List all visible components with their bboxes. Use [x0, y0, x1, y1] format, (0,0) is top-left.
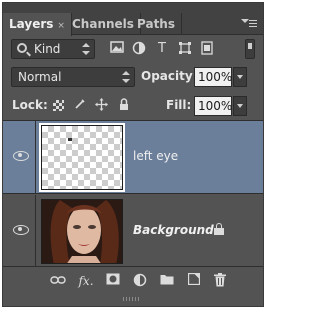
panel-menu-icon[interactable]	[241, 17, 257, 31]
smart-object-filter-icon[interactable]	[199, 41, 215, 57]
image-filter-icon[interactable]	[109, 41, 125, 57]
updown-arrows-icon	[82, 43, 90, 55]
fx-icon[interactable]: fx.	[77, 273, 95, 289]
layer-row-background[interactable]: Background	[3, 195, 263, 268]
layers-bottom-toolbar: fx.	[3, 267, 263, 297]
tab-channels[interactable]: Channels	[66, 13, 141, 35]
filter-kind-label: Kind	[34, 42, 61, 56]
tab-paths-label: Paths	[137, 17, 175, 31]
tab-layers[interactable]: Layers ×	[3, 13, 72, 36]
adjustment-layer-icon[interactable]	[131, 273, 149, 289]
new-layer-icon[interactable]	[185, 272, 203, 289]
opacity-label: Opacity:	[141, 69, 198, 83]
new-group-icon[interactable]	[158, 273, 176, 289]
tab-layers-label: Layers	[9, 17, 54, 31]
visibility-eye-icon[interactable]	[13, 150, 29, 161]
opacity-slider-button[interactable]	[233, 67, 247, 87]
search-icon	[17, 43, 27, 53]
lock-image-pixels-icon[interactable]	[73, 98, 87, 112]
type-filter-icon[interactable]: T	[154, 41, 170, 57]
lock-label: Lock:	[12, 98, 48, 112]
fill-slider-button[interactable]	[233, 96, 247, 116]
layer-locked-icon	[214, 223, 224, 236]
layer-name: Background	[133, 223, 214, 237]
shape-filter-icon[interactable]	[177, 41, 193, 57]
tab-channels-label: Channels	[72, 17, 134, 31]
layers-list: left eye Background	[3, 120, 263, 268]
layers-panel: Layers × Channels Paths Kind T Normal Op…	[2, 2, 264, 307]
delete-layer-icon[interactable]	[211, 273, 229, 289]
blend-mode-value: Normal	[18, 70, 62, 84]
filter-toggle-switch[interactable]	[245, 39, 255, 59]
layer-name: left eye	[133, 149, 179, 163]
opacity-field[interactable]: 100%	[194, 67, 232, 87]
resize-grip[interactable]	[121, 295, 143, 303]
updown-arrows-icon	[122, 71, 130, 83]
layer-thumbnail-portrait	[41, 199, 123, 264]
adjustment-filter-icon[interactable]	[131, 41, 147, 57]
fill-field[interactable]: 100%	[194, 96, 232, 116]
blend-mode-select[interactable]: Normal	[11, 67, 135, 87]
visibility-eye-icon[interactable]	[13, 224, 29, 235]
link-layers-icon[interactable]	[49, 273, 67, 289]
close-tab-icon[interactable]: ×	[57, 21, 65, 31]
fill-label: Fill:	[166, 98, 192, 112]
layer-thumbnail	[39, 123, 125, 192]
tab-paths[interactable]: Paths	[131, 13, 182, 35]
add-mask-icon[interactable]	[104, 273, 122, 289]
lock-position-icon[interactable]	[94, 98, 108, 112]
panel-tab-bar: Layers × Channels Paths	[3, 13, 263, 36]
filter-kind-select[interactable]: Kind	[11, 39, 95, 59]
panel-title-strip	[3, 3, 263, 13]
layer-row-left-eye[interactable]: left eye	[3, 121, 263, 194]
lock-all-icon[interactable]	[117, 98, 131, 112]
lock-transparent-pixels-icon[interactable]	[53, 100, 64, 111]
